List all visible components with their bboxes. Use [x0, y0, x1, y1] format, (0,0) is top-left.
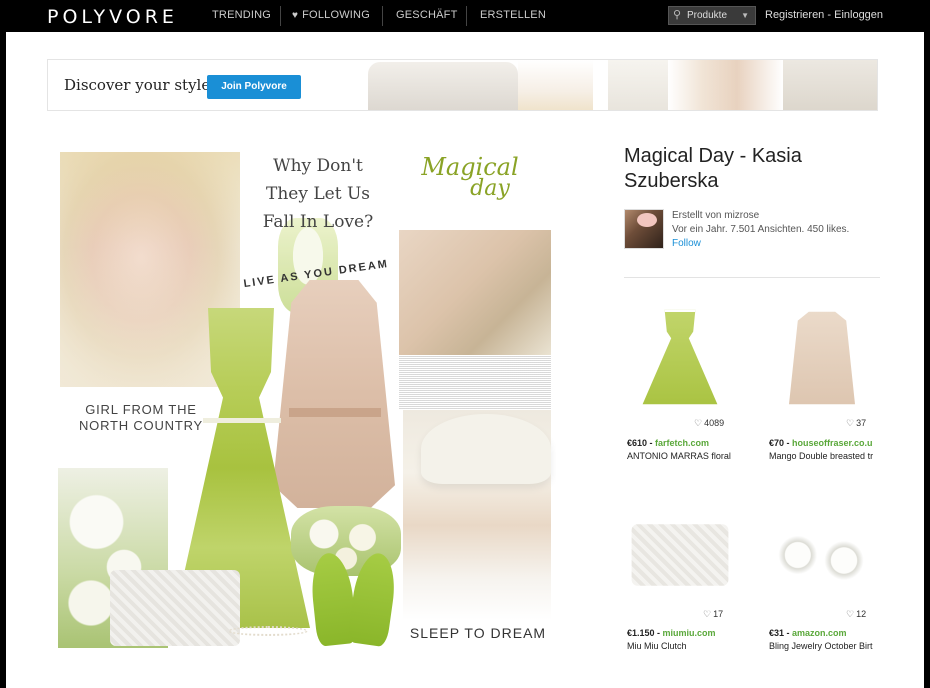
register-link[interactable]: Registrieren — [765, 9, 824, 21]
product-price: €70 - houseoffraser.co.u — [769, 438, 873, 448]
set-title: Magical Day - Kasia Szuberska — [624, 145, 802, 192]
search-scope-label: Produkte — [687, 10, 728, 21]
nav-divider — [466, 6, 467, 26]
product-card[interactable]: ♡ 12 €31 - amazon.com Bling Jewelry Octob… — [767, 500, 877, 655]
shop-link[interactable]: farfetch.com — [655, 438, 709, 448]
price-value: €70 — [769, 438, 785, 448]
product-name[interactable]: Bling Jewelry October Birt — [769, 641, 878, 651]
set-collage-image[interactable]: GIRL FROM THE NORTH COUNTRY Why Don't Th… — [53, 148, 556, 650]
section-divider — [624, 277, 880, 278]
collage-portrait-blonde — [399, 230, 551, 355]
auth-links: Registrieren - Einloggen — [765, 0, 883, 31]
search-scope-select[interactable]: ⚲ Produkte ▼ — [668, 6, 756, 25]
creator-line[interactable]: Erstellt von mizrose — [672, 210, 759, 221]
nav-geschaeft[interactable]: GESCHÄFT — [396, 0, 458, 32]
nav-following[interactable]: ♥ FOLLOWING — [292, 0, 370, 32]
banner-necklace-image — [518, 60, 593, 110]
shop-link[interactable]: miumiu.com — [663, 628, 716, 638]
banner-boots-image — [668, 60, 783, 110]
like-count-value: 37 — [856, 418, 867, 428]
collage-text-why: Why Don't They Let Us Fall In Love? — [262, 156, 374, 232]
product-image-earrings[interactable] — [767, 500, 877, 610]
collage-white-hat — [421, 414, 551, 484]
shop-link[interactable]: houseoffraser.co.u — [792, 438, 873, 448]
product-price: €1.150 - miumiu.com — [627, 628, 716, 638]
shop-link[interactable]: amazon.com — [792, 628, 847, 638]
heart-outline-icon: ♡ — [846, 418, 855, 428]
collage-magazine-text — [399, 355, 551, 410]
product-price: €610 - farfetch.com — [627, 438, 710, 448]
banner-text: Discover your style — [64, 76, 211, 94]
nav-trending[interactable]: TRENDING — [212, 0, 271, 32]
product-image-clutch[interactable] — [631, 524, 729, 586]
nav-divider — [382, 6, 383, 26]
like-count-value: 17 — [713, 609, 724, 619]
like-count[interactable]: ♡ 17 — [703, 609, 723, 620]
collage-dress-belt — [203, 418, 281, 423]
like-count-value: 4089 — [704, 418, 725, 428]
avatar[interactable] — [624, 209, 664, 249]
price-value: €31 — [769, 628, 785, 638]
banner-handbag-image — [368, 62, 518, 110]
like-count-value: 12 — [856, 609, 867, 619]
product-image-dress[interactable] — [642, 309, 718, 405]
heart-outline-icon: ♡ — [846, 609, 855, 619]
collage-clutch — [110, 570, 240, 646]
banner-jeans-image — [783, 60, 877, 110]
product-name[interactable]: Miu Miu Clutch — [627, 641, 747, 651]
collage-text-sleep: SLEEP TO DREAM — [409, 625, 547, 641]
heart-icon: ♥ — [292, 10, 299, 21]
heart-outline-icon: ♡ — [703, 609, 712, 619]
auth-separator: - — [827, 9, 832, 21]
product-price: €31 - amazon.com — [769, 628, 847, 638]
polyvore-logo[interactable]: POLYVORE — [47, 6, 178, 28]
collage-magical-line2: day — [470, 176, 510, 201]
nav-erstellen[interactable]: ERSTELLEN — [480, 0, 546, 32]
product-name[interactable]: Mango Double breasted tr — [769, 451, 878, 461]
price-value: €1.150 — [627, 628, 655, 638]
product-card[interactable]: ♡ 37 €70 - houseoffraser.co.u Mango Doubl… — [767, 303, 877, 463]
like-count[interactable]: ♡ 4089 — [694, 418, 724, 429]
join-polyvore-button[interactable]: Join Polyvore — [207, 75, 301, 99]
collage-trench-coat — [273, 280, 395, 508]
nav-following-label: FOLLOWING — [302, 9, 370, 21]
product-image-coat[interactable] — [789, 311, 855, 405]
collage-text-magical: Magical day — [389, 155, 551, 226]
like-count[interactable]: ♡ 12 — [846, 609, 866, 620]
product-name[interactable]: ANTONIO MARRAS floral — [627, 451, 757, 461]
search-icon: ⚲ — [673, 9, 682, 21]
top-nav: POLYVORE TRENDING ♥ FOLLOWING GESCHÄFT ER… — [0, 0, 930, 32]
chevron-down-icon: ▼ — [741, 11, 749, 20]
collage-text-girl: GIRL FROM THE NORTH COUNTRY — [78, 402, 204, 433]
collage-coat-belt — [289, 408, 381, 417]
set-stats: Vor ein Jahr. 7.501 Ansichten. 450 likes… — [672, 224, 850, 235]
product-card[interactable]: ♡ 17 €1.150 - miumiu.com Miu Miu Clutch — [625, 500, 735, 655]
nav-divider — [280, 6, 281, 26]
collage-pearl-bracelet — [228, 626, 308, 636]
follow-link[interactable]: Follow — [672, 238, 701, 249]
login-link[interactable]: Einloggen — [834, 9, 883, 21]
heart-outline-icon: ♡ — [694, 418, 703, 428]
join-banner: Discover your style Join Polyvore — [47, 59, 878, 111]
price-value: €610 — [627, 438, 648, 448]
like-count[interactable]: ♡ 37 — [846, 418, 866, 429]
product-card[interactable]: ♡ 4089 €610 - farfetch.com ANTONIO MARRAS… — [625, 303, 735, 463]
